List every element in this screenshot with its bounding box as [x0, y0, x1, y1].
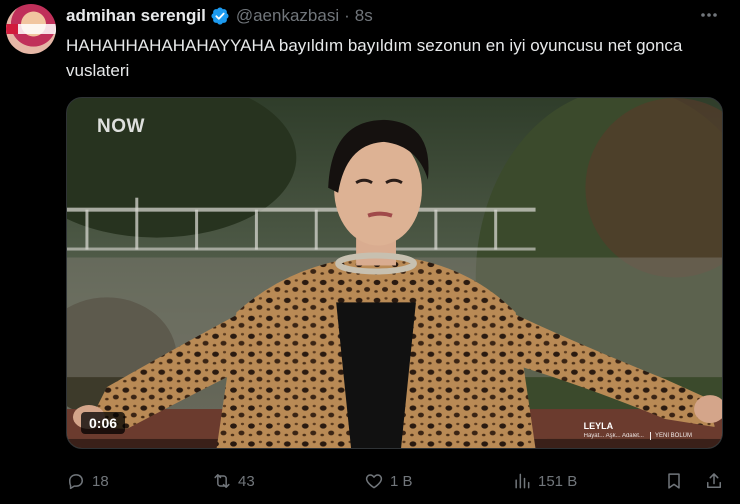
channel-watermark: NOW: [97, 116, 145, 137]
more-options-icon[interactable]: [696, 4, 722, 26]
reply-icon: [69, 474, 83, 490]
like-count: 1 B: [390, 472, 413, 490]
tweet-header: admihan serengil @aenkazbasi · 8s: [66, 5, 373, 27]
show-tag: YENİ BÖLÜM: [649, 432, 692, 440]
video-duration: 0:06: [81, 412, 126, 434]
views-button[interactable]: 151 B: [512, 468, 577, 494]
repost-count: 43: [238, 472, 255, 490]
timestamp[interactable]: 8s: [355, 6, 373, 26]
verified-badge-icon: [211, 7, 229, 25]
bookmark-icon: [668, 473, 680, 489]
show-title: LEYLA: [583, 421, 614, 431]
action-bar: 18 43 1 B 151 B: [66, 468, 726, 494]
author-name[interactable]: admihan serengil: [66, 6, 206, 26]
share-icon: [707, 473, 721, 488]
repost-button[interactable]: 43: [212, 468, 255, 494]
like-button[interactable]: 1 B: [364, 468, 413, 494]
show-caption: LEYLA Hayat... Aşk... Adalet... YENİ BÖL…: [584, 421, 692, 440]
tweet[interactable]: admihan serengil @aenkazbasi · 8s HAHAHH…: [0, 0, 740, 504]
heart-icon: [365, 474, 383, 489]
bookmark-button[interactable]: [664, 468, 684, 494]
tweet-text: HAHAHHAHAHAHAYYAHA bayıldım bayıldım sez…: [66, 36, 683, 80]
reply-count: 18: [92, 472, 109, 490]
video-player[interactable]: NOW 0:06 LEYLA Hayat... Aşk... Adalet...…: [66, 97, 723, 449]
avatar[interactable]: [6, 4, 56, 54]
views-icon: [515, 473, 530, 489]
repost-icon: [214, 474, 230, 488]
video-thumbnail: [67, 98, 722, 448]
separator-dot: ·: [344, 6, 350, 25]
show-subtitle: Hayat... Aşk... Adalet...: [583, 433, 644, 439]
views-count: 151 B: [538, 472, 578, 490]
reply-button[interactable]: 18: [66, 468, 109, 494]
share-button[interactable]: [704, 468, 724, 494]
author-handle[interactable]: @aenkazbasi: [236, 6, 339, 26]
